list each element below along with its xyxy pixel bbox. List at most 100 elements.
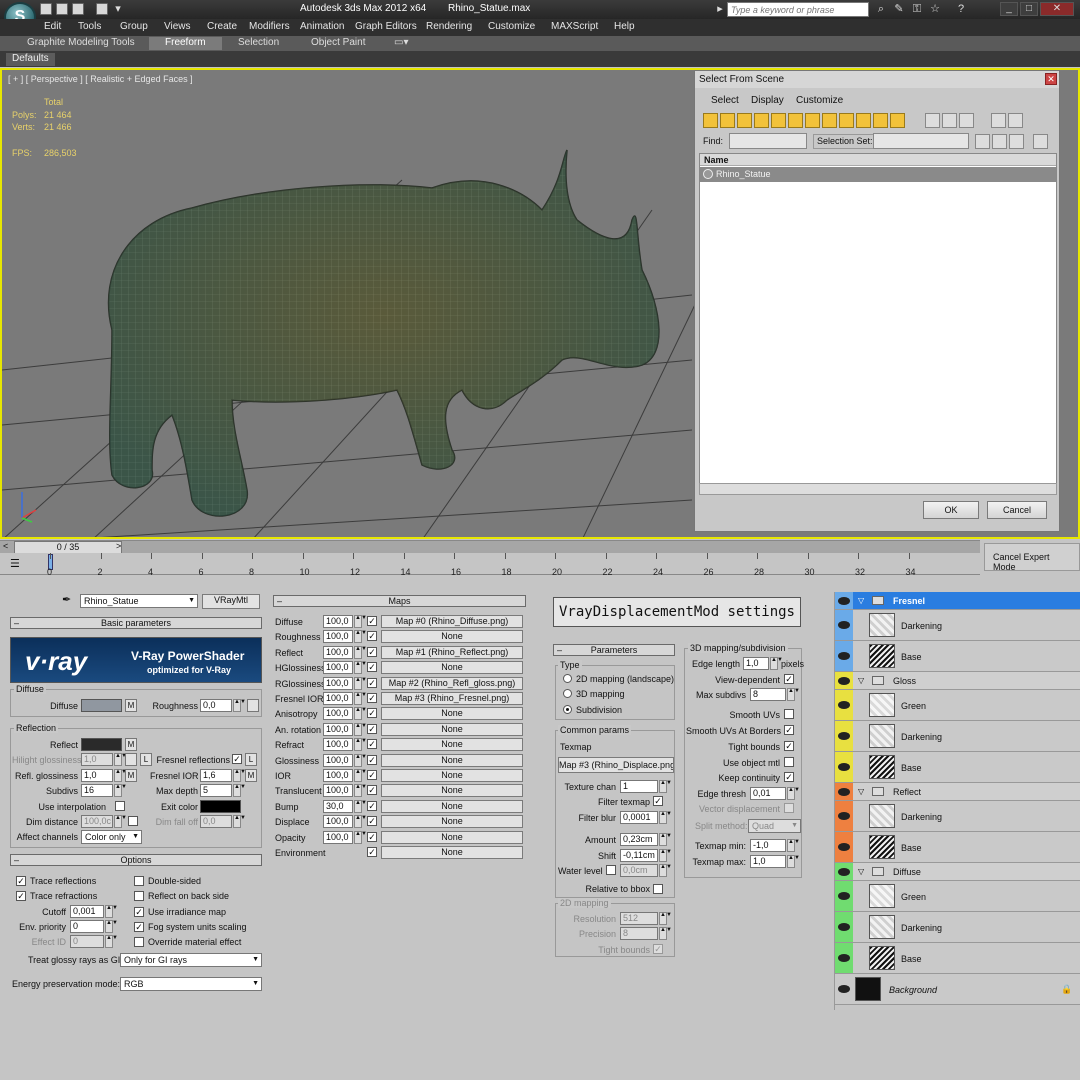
map-amount-spinner[interactable]: 100,0 (323, 661, 353, 675)
max-depth-spinner[interactable]: 5 (200, 784, 232, 797)
filter-settings-icon[interactable] (1008, 113, 1023, 128)
filter-groups-icon[interactable] (805, 113, 820, 128)
sync-selection-icon[interactable] (1033, 134, 1048, 149)
spinner-arrows-icon[interactable]: ▲▼ (659, 849, 672, 862)
new-file-icon[interactable] (40, 3, 52, 15)
map-slot-button[interactable]: Map #3 (Rhino_Fresnel.png) (381, 692, 523, 705)
spinner-arrows-icon[interactable]: ▲▼ (659, 833, 672, 846)
spinner-arrows-icon[interactable]: ▲▼ (233, 769, 246, 782)
map-slot-button[interactable]: Map #0 (Rhino_Diffuse.png) (381, 615, 523, 628)
sfs-menu-display[interactable]: Display (751, 95, 784, 106)
tab-freeform[interactable]: Freeform (149, 37, 222, 50)
defaults-tab[interactable]: Defaults (6, 53, 55, 66)
visibility-eye-icon[interactable] (838, 621, 850, 629)
map-amount-spinner[interactable]: 100,0 (323, 815, 353, 829)
filter-xrefs-icon[interactable] (822, 113, 837, 128)
precision-spinner[interactable]: 8 (620, 927, 658, 940)
shift-spinner[interactable]: -0,11cm (620, 849, 658, 862)
spinner-arrows-icon[interactable]: ▲▼ (354, 676, 367, 690)
tab-selection[interactable]: Selection (222, 37, 295, 50)
prev-frame-icon[interactable]: < (3, 541, 8, 551)
diffuse-color-swatch[interactable] (81, 699, 122, 712)
map-slot-button[interactable]: None (381, 753, 523, 767)
tab-object-paint[interactable]: Object Paint (295, 37, 381, 50)
search-input[interactable] (727, 2, 869, 17)
edge-thresh-spinner[interactable]: 0,01 (750, 787, 786, 800)
layer-group-row[interactable]: ▽ Diffuse (835, 863, 1080, 881)
map-slot-button[interactable]: None (381, 846, 523, 859)
cancel-expert-mode-button[interactable]: Cancel Expert Mode (984, 543, 1080, 572)
visibility-eye-icon[interactable] (838, 652, 850, 660)
map-enable-checkbox[interactable]: ✓ (367, 800, 377, 811)
radio-3d-mapping[interactable] (563, 689, 572, 698)
visibility-eye-icon[interactable] (838, 985, 850, 993)
selection-set-dropdown[interactable] (873, 133, 969, 149)
map-slot-button[interactable]: None (381, 830, 523, 844)
spinner-arrows-icon[interactable]: ▲▼ (105, 935, 118, 948)
spinner-arrows-icon[interactable]: ▲▼ (354, 707, 367, 721)
amount-spinner[interactable]: 0,23cm (620, 833, 658, 846)
filter-shapes-icon[interactable] (720, 113, 735, 128)
spinner-arrows-icon[interactable]: ▲▼ (354, 722, 367, 736)
layer-row[interactable]: Darkening (835, 912, 1080, 943)
eyedropper-icon[interactable]: ✒ (62, 593, 71, 606)
layer-row[interactable]: Green (835, 690, 1080, 721)
map-slot-button[interactable]: None (381, 661, 523, 675)
map-enable-checkbox[interactable]: ✓ (367, 847, 377, 857)
visibility-eye-icon[interactable] (838, 868, 850, 876)
layer-group-row[interactable]: ▽ Fresnel (835, 592, 1080, 610)
menu-animation[interactable]: Animation (300, 21, 344, 32)
view-dependent-checkbox[interactable]: ✓ (784, 674, 794, 684)
layer-group-row[interactable]: ▽ Gloss (835, 672, 1080, 690)
select-children-icon[interactable] (992, 134, 1007, 149)
visibility-eye-icon[interactable] (838, 597, 850, 605)
map-slot-button[interactable]: None (381, 769, 523, 782)
expand-triangle-icon[interactable]: ▽ (858, 787, 864, 796)
env-priority-spinner[interactable]: 0 (70, 920, 104, 933)
layer-row[interactable]: Darkening (835, 610, 1080, 641)
material-type-button[interactable]: VRayMtl (202, 594, 260, 609)
map-enable-checkbox[interactable]: ✓ (367, 785, 377, 796)
filter-containers-icon[interactable] (856, 113, 871, 128)
menu-graph-editors[interactable]: Graph Editors (355, 21, 417, 32)
layer-row[interactable]: Darkening (835, 721, 1080, 752)
double-sided-checkbox[interactable] (134, 876, 144, 886)
map-amount-spinner[interactable]: 100,0 (323, 738, 353, 752)
map-slot-button[interactable]: Map #2 (Rhino_Refl_gloss.png) (381, 676, 523, 690)
tight-bounds-checkbox[interactable]: ✓ (784, 741, 794, 751)
edge-length-spinner[interactable]: 1,0 (743, 657, 769, 670)
spinner-arrows-icon[interactable]: ▲▼ (354, 830, 367, 844)
reflect-color-swatch[interactable] (81, 738, 122, 751)
communication-center-icon[interactable]: ✎ (893, 3, 905, 15)
map-amount-spinner[interactable]: 30,0 (323, 799, 353, 813)
map-enable-checkbox[interactable]: ✓ (367, 693, 377, 703)
spinner-arrows-icon[interactable]: ▲▼ (787, 787, 800, 800)
rollout-basic-parameters[interactable]: – Basic parameters (10, 617, 262, 629)
spinner-arrows-icon[interactable]: ▲▼ (233, 699, 246, 712)
map-slot-button[interactable]: None (381, 799, 523, 813)
spinner-arrows-icon[interactable]: ▲▼ (233, 784, 246, 797)
glossy-gi-dropdown[interactable]: Only for GI rays ▼ (120, 953, 262, 967)
sfs-menu-select[interactable]: Select (711, 95, 739, 106)
menu-maxscript[interactable]: MAXScript (551, 21, 598, 32)
map-enable-checkbox[interactable]: ✓ (367, 662, 377, 673)
hilight-glossiness-spinner[interactable]: 1,0 (81, 753, 113, 766)
spinner-arrows-icon[interactable]: ▲▼ (354, 661, 367, 675)
override-effect-checkbox[interactable] (134, 937, 144, 947)
rollout-options[interactable]: – Options (10, 854, 262, 866)
water-level-checkbox[interactable] (606, 865, 616, 875)
visibility-eye-icon[interactable] (838, 701, 850, 709)
map-slot-button[interactable]: None (381, 784, 523, 798)
maximize-button[interactable]: □ (1020, 2, 1038, 16)
radio-2d-mapping[interactable] (563, 674, 572, 683)
spinner-arrows-icon[interactable]: ▲▼ (105, 920, 118, 933)
visibility-eye-icon[interactable] (838, 732, 850, 740)
refl-glossiness-spinner[interactable]: 1,0 (81, 769, 113, 782)
menu-group[interactable]: Group (120, 21, 148, 32)
map-slot-button[interactable]: Map #1 (Rhino_Reflect.png) (381, 645, 523, 659)
texmap-button[interactable]: Map #3 (Rhino_Displace.png) (558, 757, 674, 773)
map-amount-spinner[interactable]: 100,0 (323, 615, 353, 628)
reflect-backside-checkbox[interactable] (134, 891, 144, 901)
radio-subdivision[interactable] (563, 705, 572, 714)
expand-triangle-icon[interactable]: ▽ (858, 676, 864, 685)
